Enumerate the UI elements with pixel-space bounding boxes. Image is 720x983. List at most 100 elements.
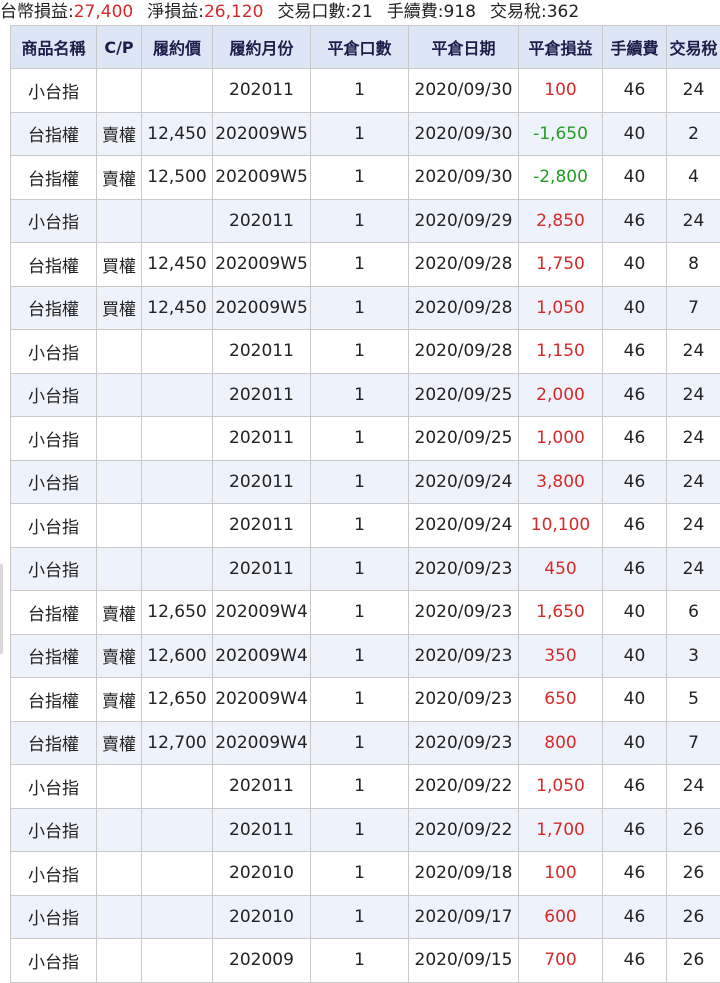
summary-trade-count: 交易口數:21 [277,2,372,22]
cell-tax: 24 [667,504,720,548]
cell-tax: 24 [667,547,720,591]
cell-cp [97,895,142,939]
cell-pnl: -2,800 [519,156,603,200]
summary-label: 淨損益: [147,2,204,22]
cell-tax: 7 [667,286,720,330]
cell-product: 台指權 [11,112,97,156]
cell-month: 202011 [213,547,311,591]
cell-product: 小台指 [11,373,97,417]
table-row[interactable]: 台指權賣權12,700202009W412020/09/23800407 [11,721,720,765]
cell-product: 小台指 [11,417,97,461]
cell-qty: 1 [311,895,409,939]
table-row[interactable]: 小台指20201012020/09/176004626 [11,895,720,939]
cell-product: 小台指 [11,852,97,896]
column-header-qty[interactable]: 平倉口數 [311,26,409,69]
table-row[interactable]: 小台指20201112020/09/221,0504624 [11,765,720,809]
table-row[interactable]: 小台指20201112020/09/234504624 [11,547,720,591]
table-row[interactable]: 台指權買權12,450202009W512020/09/281,750408 [11,243,720,287]
cell-cp: 賣權 [97,591,142,635]
cell-tax: 5 [667,678,720,722]
table-row[interactable]: 台指權賣權12,600202009W412020/09/23350403 [11,634,720,678]
edge-swipe-handle[interactable] [0,564,3,654]
column-header-pnl[interactable]: 平倉損益 [519,26,603,69]
cell-date: 2020/09/18 [409,852,519,896]
cell-qty: 1 [311,373,409,417]
cell-tax: 26 [667,808,720,852]
table-row[interactable]: 小台指20201012020/09/181004626 [11,852,720,896]
table-row[interactable]: 小台指20201112020/09/281,1504624 [11,330,720,374]
cell-tax: 24 [667,330,720,374]
cell-product: 小台指 [11,939,97,983]
cell-cp [97,939,142,983]
table-row[interactable]: 小台指20201112020/09/301004624 [11,69,720,113]
table-row[interactable]: 台指權賣權12,500202009W512020/09/30-2,800404 [11,156,720,200]
cell-cp: 買權 [97,286,142,330]
cell-month: 202011 [213,330,311,374]
cell-cp: 賣權 [97,721,142,765]
cell-cp [97,373,142,417]
cell-month: 202011 [213,808,311,852]
cell-month: 202011 [213,504,311,548]
cell-month: 202011 [213,373,311,417]
summary-tax: 交易稅:362 [490,2,579,22]
cell-date: 2020/09/30 [409,69,519,113]
column-header-month[interactable]: 履約月份 [213,26,311,69]
cell-month: 202009W5 [213,286,311,330]
column-header-tax[interactable]: 交易稅 [667,26,720,69]
summary-label: 台幣損益: [0,2,74,22]
cell-product: 台指權 [11,721,97,765]
table-row[interactable]: 小台指20201112020/09/292,8504624 [11,199,720,243]
cell-cp: 賣權 [97,112,142,156]
table-row[interactable]: 小台指20201112020/09/2410,1004624 [11,504,720,548]
cell-qty: 1 [311,69,409,113]
cell-strike [142,373,213,417]
table-row[interactable]: 台指權買權12,450202009W512020/09/281,050407 [11,286,720,330]
table-row[interactable]: 小台指20201112020/09/251,0004624 [11,417,720,461]
cell-fee: 40 [603,678,667,722]
table-row[interactable]: 小台指20201112020/09/243,8004624 [11,460,720,504]
cell-month: 202011 [213,765,311,809]
cell-qty: 1 [311,852,409,896]
cell-strike [142,808,213,852]
table-row[interactable]: 小台指20201112020/09/221,7004626 [11,808,720,852]
cell-fee: 40 [603,112,667,156]
column-header-fee[interactable]: 手續費 [603,26,667,69]
cell-tax: 8 [667,243,720,287]
column-header-cp[interactable]: C/P [97,26,142,69]
cell-tax: 24 [667,199,720,243]
cell-pnl: 1,750 [519,243,603,287]
column-header-date[interactable]: 平倉日期 [409,26,519,69]
summary-label: 手續費: [387,2,444,22]
cell-cp: 買權 [97,243,142,287]
table-row[interactable]: 小台指20201112020/09/252,0004624 [11,373,720,417]
table-row[interactable]: 小台指20200912020/09/157004626 [11,939,720,983]
cell-fee: 46 [603,199,667,243]
column-header-product[interactable]: 商品名稱 [11,26,97,69]
cell-date: 2020/09/22 [409,765,519,809]
table-row[interactable]: 台指權賣權12,650202009W412020/09/23650405 [11,678,720,722]
cell-cp: 賣權 [97,156,142,200]
cell-month: 202011 [213,460,311,504]
cell-fee: 46 [603,373,667,417]
table-row[interactable]: 台指權賣權12,650202009W412020/09/231,650406 [11,591,720,635]
cell-qty: 1 [311,417,409,461]
column-header-strike[interactable]: 履約價 [142,26,213,69]
cell-pnl: 700 [519,939,603,983]
cell-product: 台指權 [11,156,97,200]
cell-month: 202009 [213,939,311,983]
cell-strike: 12,450 [142,286,213,330]
table-row[interactable]: 台指權賣權12,450202009W512020/09/30-1,650402 [11,112,720,156]
cell-pnl: -1,650 [519,112,603,156]
cell-date: 2020/09/24 [409,460,519,504]
cell-month: 202009W5 [213,112,311,156]
cell-month: 202009W4 [213,721,311,765]
cell-tax: 26 [667,852,720,896]
cell-date: 2020/09/30 [409,156,519,200]
cell-product: 小台指 [11,199,97,243]
cell-tax: 4 [667,156,720,200]
cell-date: 2020/09/25 [409,417,519,461]
cell-date: 2020/09/25 [409,373,519,417]
cell-qty: 1 [311,504,409,548]
cell-tax: 26 [667,939,720,983]
cell-product: 台指權 [11,286,97,330]
